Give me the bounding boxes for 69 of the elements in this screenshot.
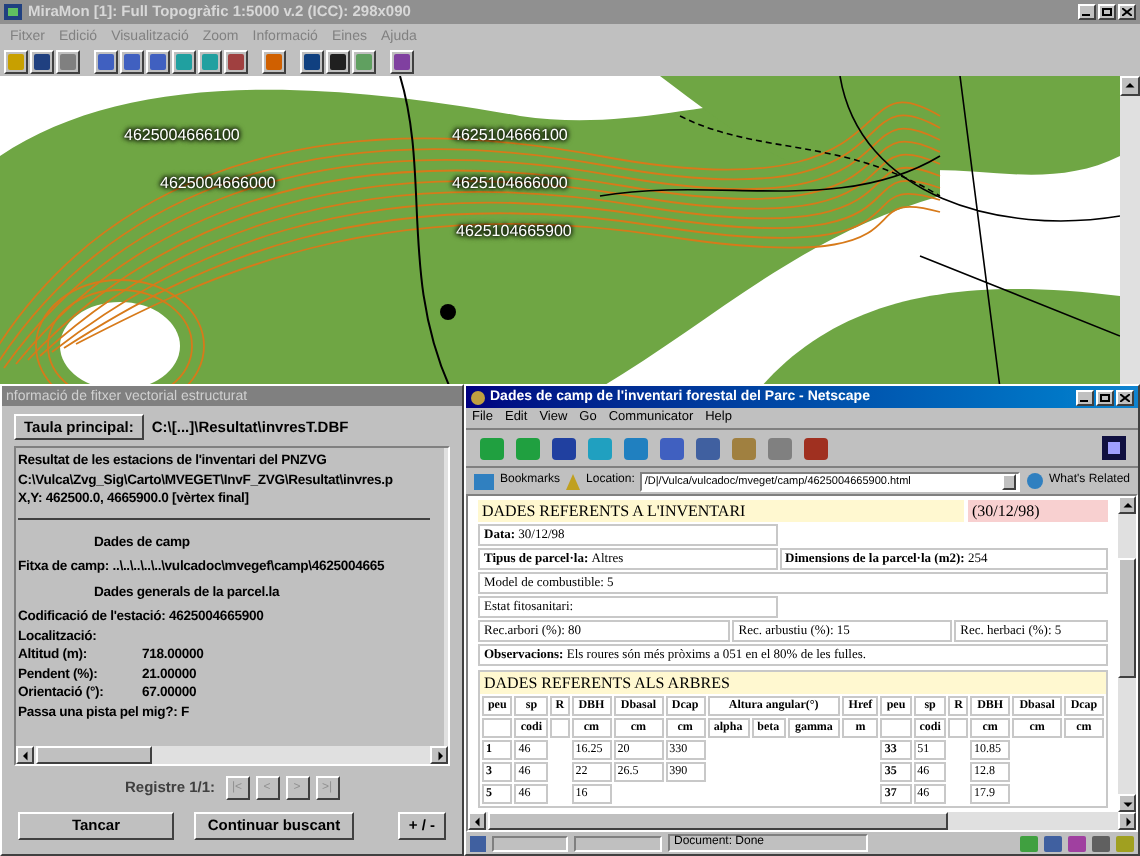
scroll-arrow-button[interactable] bbox=[468, 812, 486, 830]
arrow-icon bbox=[471, 815, 483, 827]
scroll-arrow-button[interactable] bbox=[430, 746, 448, 764]
arrow-icon bbox=[433, 749, 445, 761]
app-icon bbox=[470, 389, 486, 405]
toolbar-button[interactable] bbox=[4, 50, 28, 74]
toolbar-icon[interactable] bbox=[802, 435, 830, 461]
toolbar-button[interactable] bbox=[56, 50, 80, 74]
minimize-button[interactable] bbox=[1076, 389, 1094, 405]
scrollbar-thumb[interactable] bbox=[36, 746, 152, 764]
maximize-icon bbox=[1100, 393, 1110, 401]
close-button[interactable] bbox=[1118, 4, 1136, 20]
scroll-arrow-button[interactable] bbox=[1120, 76, 1140, 96]
toolbar-button[interactable] bbox=[30, 50, 54, 74]
vertical-scrollbar[interactable] bbox=[1118, 496, 1136, 812]
date-badge: (30/12/98) bbox=[968, 500, 1108, 522]
close-icon bbox=[1120, 393, 1130, 401]
toolbar-button[interactable] bbox=[262, 50, 286, 74]
toolbar-button[interactable] bbox=[352, 50, 376, 74]
toolbar-button[interactable] bbox=[120, 50, 144, 74]
status-panel bbox=[574, 835, 662, 851]
status-bar-icon[interactable] bbox=[1092, 835, 1110, 851]
maximize-button[interactable] bbox=[1098, 4, 1116, 20]
tool-icon bbox=[394, 54, 410, 70]
toolbar-button[interactable] bbox=[390, 50, 414, 74]
section-title: DADES REFERENTS A L'INVENTARI bbox=[478, 500, 964, 522]
minimize-button[interactable] bbox=[1078, 4, 1096, 20]
arrow-icon bbox=[1124, 80, 1136, 92]
vertical-scrollbar[interactable] bbox=[1120, 76, 1140, 388]
minimize-icon bbox=[1082, 8, 1092, 16]
map-label: 4625104665900 bbox=[456, 224, 572, 240]
scroll-arrow-button[interactable] bbox=[16, 746, 34, 764]
horizontal-scrollbar[interactable] bbox=[16, 746, 448, 764]
horizontal-scrollbar[interactable] bbox=[468, 812, 1136, 830]
arrow-icon bbox=[19, 749, 31, 761]
location-icon bbox=[566, 473, 581, 489]
scroll-arrow-button[interactable] bbox=[1118, 812, 1136, 830]
maximize-icon bbox=[1102, 8, 1112, 16]
related-icon bbox=[1025, 472, 1043, 490]
tool-icon bbox=[266, 54, 282, 70]
toolbar-button[interactable] bbox=[300, 50, 324, 74]
bookmark-icon bbox=[474, 473, 494, 489]
arrow-icon bbox=[1121, 499, 1133, 511]
netscape-logo-icon bbox=[1102, 436, 1126, 460]
scroll-arrow-button[interactable] bbox=[1118, 496, 1136, 514]
toolbar-icon[interactable] bbox=[658, 435, 686, 461]
section-title: DADES REFERENTS ALS ARBRES bbox=[480, 672, 1106, 694]
scrollbar-thumb[interactable] bbox=[488, 812, 948, 830]
status-bar-icon[interactable] bbox=[1068, 835, 1086, 851]
status-bar-icon[interactable] bbox=[1044, 835, 1062, 851]
close-button[interactable] bbox=[1116, 389, 1134, 405]
map-label: 4625004666100 bbox=[124, 128, 240, 144]
scrollbar-thumb[interactable] bbox=[1118, 558, 1136, 678]
app-icon bbox=[4, 4, 22, 20]
close-icon bbox=[1122, 8, 1132, 16]
toolbar-button[interactable] bbox=[326, 50, 350, 74]
toolbar-button[interactable] bbox=[224, 50, 248, 74]
status-panel bbox=[492, 835, 568, 851]
toolbar-button[interactable] bbox=[94, 50, 118, 74]
security-icon bbox=[470, 835, 486, 851]
toolbar-button[interactable] bbox=[146, 50, 170, 74]
maximize-button[interactable] bbox=[1096, 389, 1114, 405]
toolbar-button[interactable] bbox=[172, 50, 196, 74]
scroll-arrow-button[interactable] bbox=[1118, 794, 1136, 812]
toolbar-icon[interactable] bbox=[550, 435, 578, 461]
toolbar-icon[interactable] bbox=[694, 435, 722, 461]
toolbar-button[interactable] bbox=[198, 50, 222, 74]
vertical-scrollbar[interactable] bbox=[444, 448, 448, 746]
map-label: 4625104666100 bbox=[452, 128, 568, 144]
